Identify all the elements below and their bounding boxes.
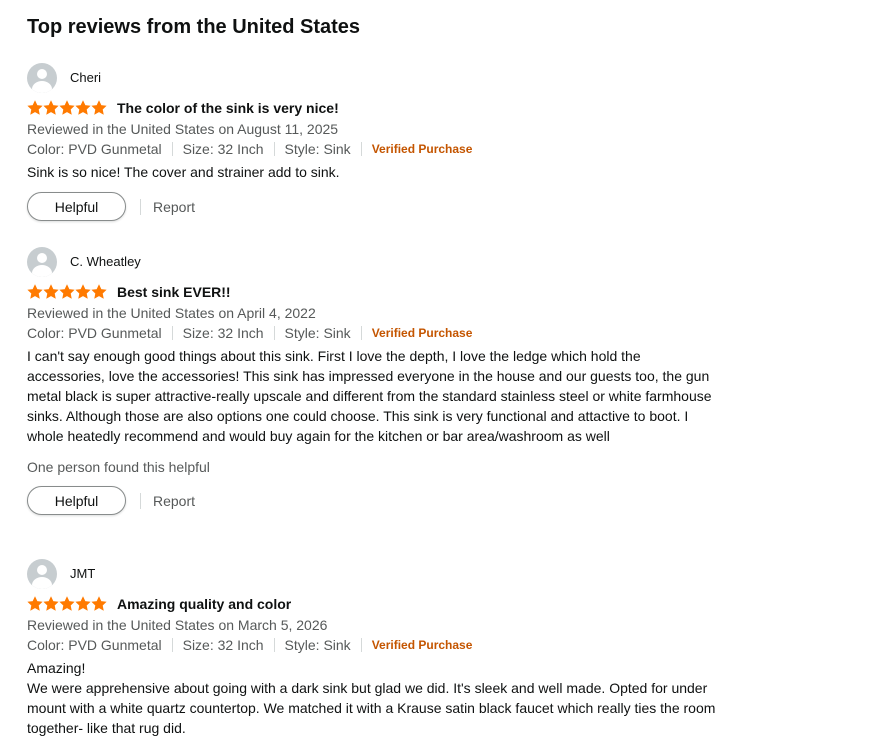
star-rating[interactable] bbox=[27, 596, 107, 612]
format-strip: Color: PVD Gunmetal Size: 32 Inch Style:… bbox=[27, 635, 727, 655]
star-icon bbox=[43, 596, 59, 611]
review-actions: Helpful Report bbox=[27, 191, 727, 222]
star-icon bbox=[43, 100, 59, 115]
divider bbox=[273, 638, 275, 652]
divider bbox=[360, 142, 362, 156]
divider bbox=[171, 638, 173, 652]
review-card: JMT Amazing quality and color Reviewed i… bbox=[27, 559, 727, 738]
star-icon bbox=[27, 284, 43, 299]
review-body: Sink is so nice! The cover and strainer … bbox=[27, 162, 717, 182]
style-variant[interactable]: Style: Sink bbox=[285, 635, 351, 655]
verified-purchase-badge[interactable]: Verified Purchase bbox=[372, 139, 473, 159]
review-card: C. Wheatley Best sink EVER!! Reviewed in… bbox=[27, 247, 727, 516]
star-icon bbox=[43, 284, 59, 299]
reviewer-profile[interactable]: C. Wheatley bbox=[27, 247, 727, 277]
avatar-icon bbox=[27, 559, 57, 589]
star-rating[interactable] bbox=[27, 284, 107, 300]
review-title[interactable]: The color of the sink is very nice! bbox=[117, 99, 339, 117]
color-variant[interactable]: Color: PVD Gunmetal bbox=[27, 139, 162, 159]
avatar-icon bbox=[27, 63, 57, 93]
star-icon bbox=[59, 596, 75, 611]
size-variant[interactable]: Size: 32 Inch bbox=[183, 139, 264, 159]
star-rating[interactable] bbox=[27, 100, 107, 116]
review-date: Reviewed in the United States on March 5… bbox=[27, 617, 328, 633]
avatar-icon bbox=[27, 247, 57, 277]
star-icon bbox=[27, 596, 43, 611]
verified-purchase-badge[interactable]: Verified Purchase bbox=[372, 635, 473, 655]
divider bbox=[360, 326, 362, 340]
star-icon bbox=[91, 100, 107, 115]
color-variant[interactable]: Color: PVD Gunmetal bbox=[27, 635, 162, 655]
size-variant[interactable]: Size: 32 Inch bbox=[183, 635, 264, 655]
style-variant[interactable]: Style: Sink bbox=[285, 139, 351, 159]
divider bbox=[140, 492, 141, 509]
reviewer-profile[interactable]: JMT bbox=[27, 559, 727, 589]
reviewer-name: JMT bbox=[70, 566, 96, 581]
size-variant[interactable]: Size: 32 Inch bbox=[183, 323, 264, 343]
review-title[interactable]: Best sink EVER!! bbox=[117, 283, 231, 301]
divider bbox=[273, 326, 275, 340]
format-strip: Color: PVD Gunmetal Size: 32 Inch Style:… bbox=[27, 323, 727, 343]
star-icon bbox=[27, 100, 43, 115]
divider bbox=[360, 638, 362, 652]
divider bbox=[171, 326, 173, 340]
star-icon bbox=[75, 596, 91, 611]
review-title[interactable]: Amazing quality and color bbox=[117, 595, 291, 613]
star-icon bbox=[75, 100, 91, 115]
format-strip: Color: PVD Gunmetal Size: 32 Inch Style:… bbox=[27, 139, 727, 159]
star-icon bbox=[91, 284, 107, 299]
review-date: Reviewed in the United States on April 4… bbox=[27, 305, 316, 321]
divider bbox=[273, 142, 275, 156]
review-text: I can't say enough good things about thi… bbox=[27, 348, 712, 444]
verified-purchase-badge[interactable]: Verified Purchase bbox=[372, 323, 473, 343]
review-text: Sink is so nice! The cover and strainer … bbox=[27, 164, 340, 180]
color-variant[interactable]: Color: PVD Gunmetal bbox=[27, 323, 162, 343]
review-actions: Helpful Report bbox=[27, 485, 727, 516]
helpful-count: One person found this helpful bbox=[27, 459, 210, 475]
reviewer-name: Cheri bbox=[70, 70, 102, 85]
review-date: Reviewed in the United States on August … bbox=[27, 121, 339, 137]
review-card: Cheri The color of the sink is very nice… bbox=[27, 63, 727, 222]
report-link[interactable]: Report bbox=[153, 493, 195, 509]
review-body: Amazing! We were apprehensive about goin… bbox=[27, 658, 717, 738]
helpful-button[interactable]: Helpful bbox=[27, 486, 126, 515]
star-icon bbox=[91, 596, 107, 611]
divider bbox=[171, 142, 173, 156]
review-body: I can't say enough good things about thi… bbox=[27, 346, 717, 446]
reviewer-name: C. Wheatley bbox=[70, 254, 141, 269]
style-variant[interactable]: Style: Sink bbox=[285, 323, 351, 343]
section-title: Top reviews from the United States bbox=[27, 16, 361, 38]
report-link[interactable]: Report bbox=[153, 199, 195, 215]
divider bbox=[140, 198, 141, 215]
helpful-button[interactable]: Helpful bbox=[27, 192, 126, 221]
review-text: Amazing! bbox=[27, 660, 86, 676]
star-icon bbox=[75, 284, 91, 299]
reviews-section: Top reviews from the United States Cheri… bbox=[27, 14, 727, 736]
reviewer-profile[interactable]: Cheri bbox=[27, 63, 727, 93]
star-icon bbox=[59, 284, 75, 299]
review-text: We were apprehensive about going with a … bbox=[27, 680, 716, 736]
star-icon bbox=[59, 100, 75, 115]
